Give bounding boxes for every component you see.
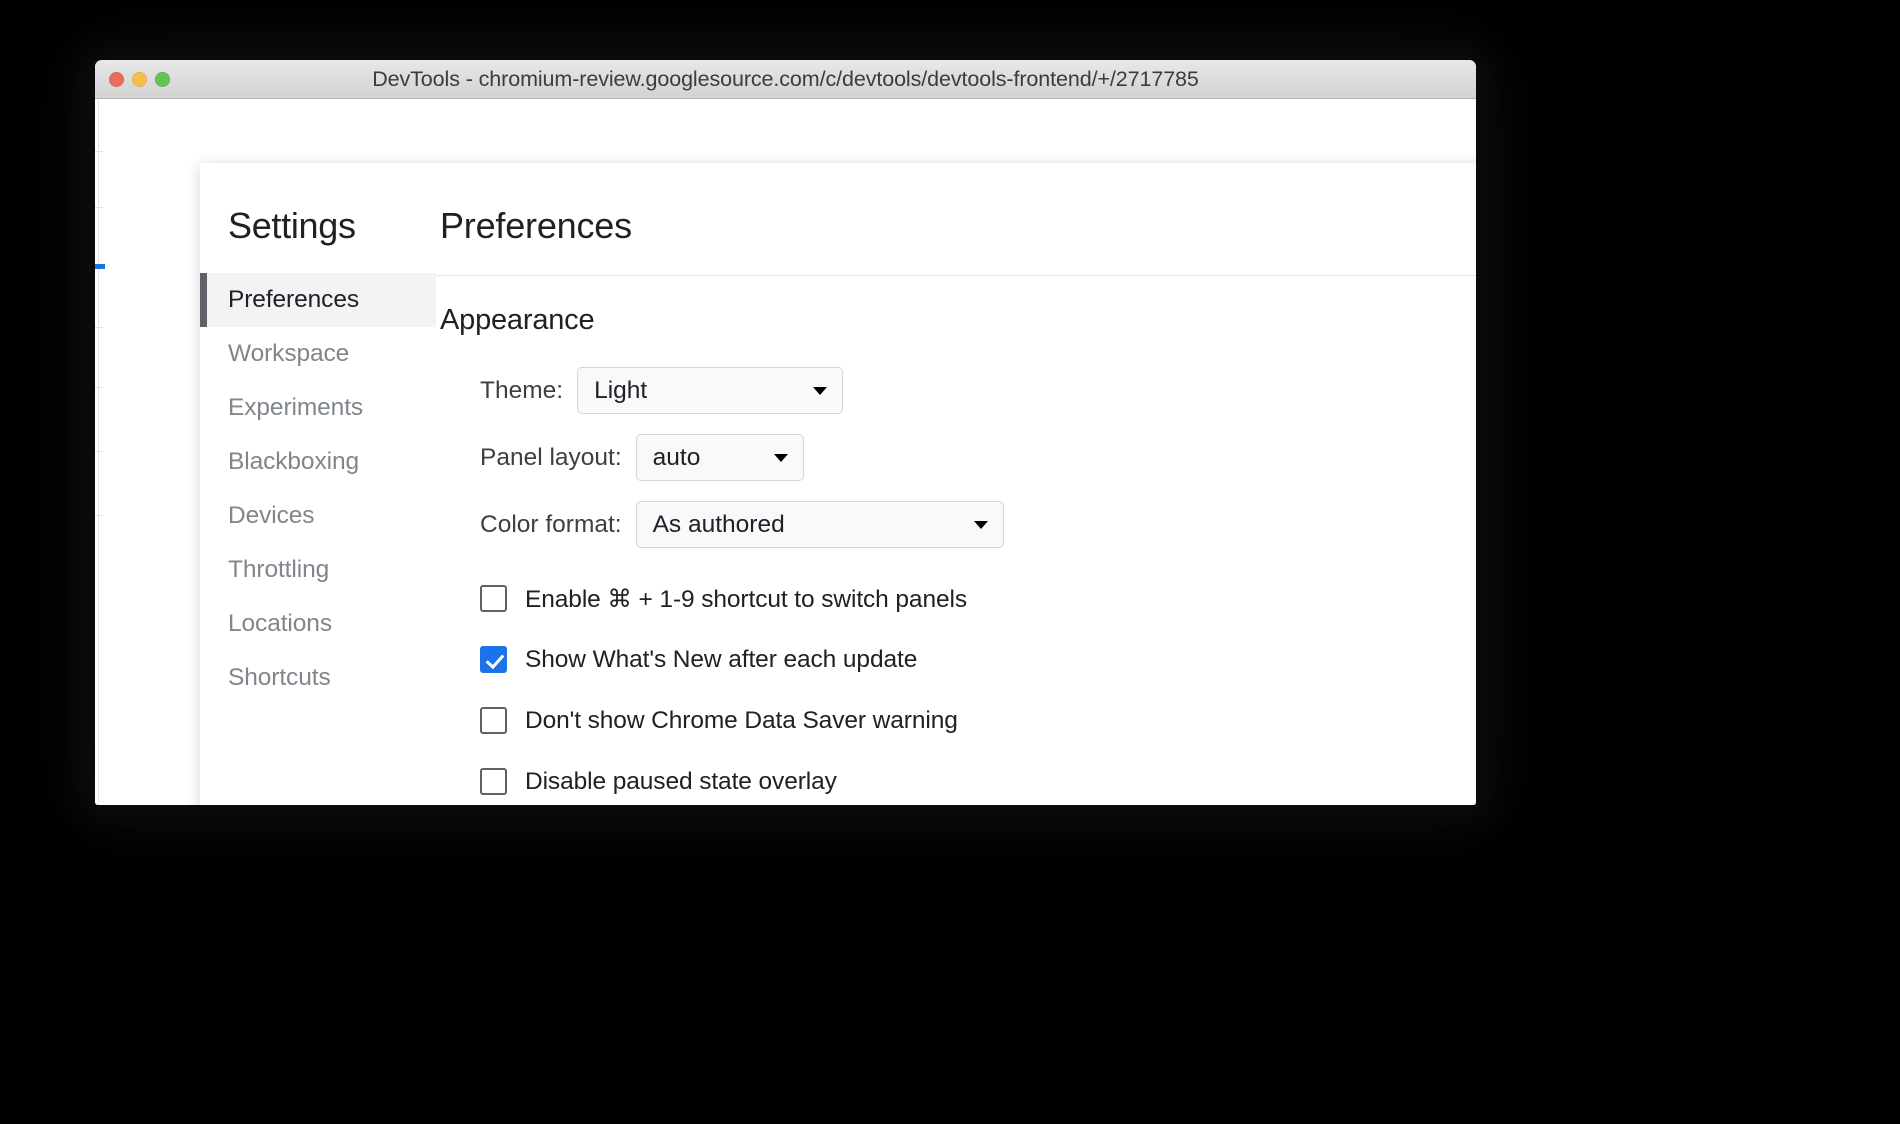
sidebar-item-throttling[interactable]: Throttling — [200, 543, 436, 597]
settings-dialog: × Settings Preferences Workspace Experim… — [200, 163, 1476, 805]
checkbox-row-data-saver-warning[interactable]: Don't show Chrome Data Saver warning — [440, 690, 1476, 751]
settings-body: Settings Preferences Workspace Experimen… — [200, 163, 1476, 805]
sidebar-item-label: Blackboxing — [228, 448, 360, 475]
sidebar-item-label: Preferences — [228, 286, 359, 313]
chevron-down-icon — [773, 453, 788, 462]
background-tick-2 — [95, 207, 103, 208]
sidebar-item-devices[interactable]: Devices — [200, 489, 436, 543]
close-window-button[interactable] — [109, 72, 124, 87]
window-titlebar: DevTools - chromium-review.googlesource.… — [95, 60, 1476, 99]
sidebar-item-locations[interactable]: Locations — [200, 597, 436, 651]
theme-select-value: Light — [594, 376, 648, 404]
minimize-window-button[interactable] — [132, 72, 147, 87]
checkbox-label: Disable paused state overlay — [525, 767, 837, 795]
background-blue-marker — [95, 264, 105, 269]
sidebar-item-blackboxing[interactable]: Blackboxing — [200, 435, 436, 489]
maximize-window-button[interactable] — [155, 72, 170, 87]
field-row-panel-layout: Panel layout: auto — [440, 434, 1476, 481]
background-tick-5 — [95, 451, 103, 452]
preferences-scroll-area: Appearance Theme: Light Panel layout: au… — [436, 276, 1476, 805]
theme-select[interactable]: Light — [577, 367, 844, 414]
panel-layout-select[interactable]: auto — [635, 434, 804, 481]
checkbox-label: Don't show Chrome Data Saver warning — [525, 706, 958, 734]
checkbox-label: Enable ⌘ + 1-9 shortcut to switch panels — [525, 585, 968, 613]
field-row-theme: Theme: Light — [440, 367, 1476, 414]
sidebar-item-experiments[interactable]: Experiments — [200, 381, 436, 435]
checkbox-row-enable-cmd-shortcut[interactable]: Enable ⌘ + 1-9 shortcut to switch panels — [440, 568, 1476, 629]
background-tick-1 — [95, 151, 103, 152]
panel-layout-label: Panel layout: — [480, 443, 622, 471]
window-title: DevTools - chromium-review.googlesource.… — [372, 66, 1199, 91]
sidebar-item-preferences[interactable]: Preferences — [200, 273, 436, 327]
sidebar-item-label: Devices — [228, 502, 315, 529]
background-tick-3 — [95, 327, 103, 328]
checkbox-row-show-whats-new[interactable]: Show What's New after each update — [440, 629, 1476, 690]
checkbox-label: Show What's New after each update — [525, 645, 918, 673]
checkbox-data-saver-warning[interactable] — [480, 707, 507, 734]
sidebar-item-label: Throttling — [228, 556, 330, 583]
background-vertical-rule — [98, 99, 99, 805]
sidebar-title: Settings — [228, 205, 356, 246]
color-format-select[interactable]: As authored — [635, 501, 1004, 548]
sidebar-item-label: Locations — [228, 610, 332, 637]
theme-label: Theme: — [480, 376, 564, 404]
checkbox-enable-cmd-shortcut[interactable] — [480, 585, 507, 612]
sidebar-item-label: Workspace — [228, 340, 350, 367]
screenshot-root: DevTools - chromium-review.googlesource.… — [0, 0, 1900, 1124]
panel-layout-select-value: auto — [652, 443, 701, 471]
background-tick-4 — [95, 387, 103, 388]
color-format-label: Color format: — [480, 510, 622, 538]
color-format-select-value: As authored — [652, 510, 785, 538]
checkbox-disable-paused-overlay[interactable] — [480, 768, 507, 795]
os-window: DevTools - chromium-review.googlesource.… — [95, 60, 1476, 805]
checkbox-row-disable-paused-overlay[interactable]: Disable paused state overlay — [440, 751, 1476, 805]
chevron-down-icon — [973, 520, 988, 529]
sidebar-item-shortcuts[interactable]: Shortcuts — [200, 651, 436, 705]
sidebar-item-workspace[interactable]: Workspace — [200, 327, 436, 381]
checkbox-show-whats-new[interactable] — [480, 646, 507, 673]
sidebar-item-label: Shortcuts — [228, 664, 331, 691]
background-tick-6 — [95, 515, 103, 516]
section-heading-appearance: Appearance — [440, 304, 595, 336]
chevron-down-icon — [813, 386, 828, 395]
page-title: Preferences — [440, 205, 632, 246]
field-row-color-format: Color format: As authored — [440, 501, 1476, 548]
sidebar-list: Preferences Workspace Experiments Blackb… — [200, 273, 436, 705]
sidebar-item-label: Experiments — [228, 394, 364, 421]
settings-sidebar: Settings Preferences Workspace Experimen… — [200, 163, 436, 805]
settings-content: Preferences Appearance Theme: Light Pane… — [436, 163, 1476, 805]
traffic-light-buttons — [109, 60, 170, 99]
